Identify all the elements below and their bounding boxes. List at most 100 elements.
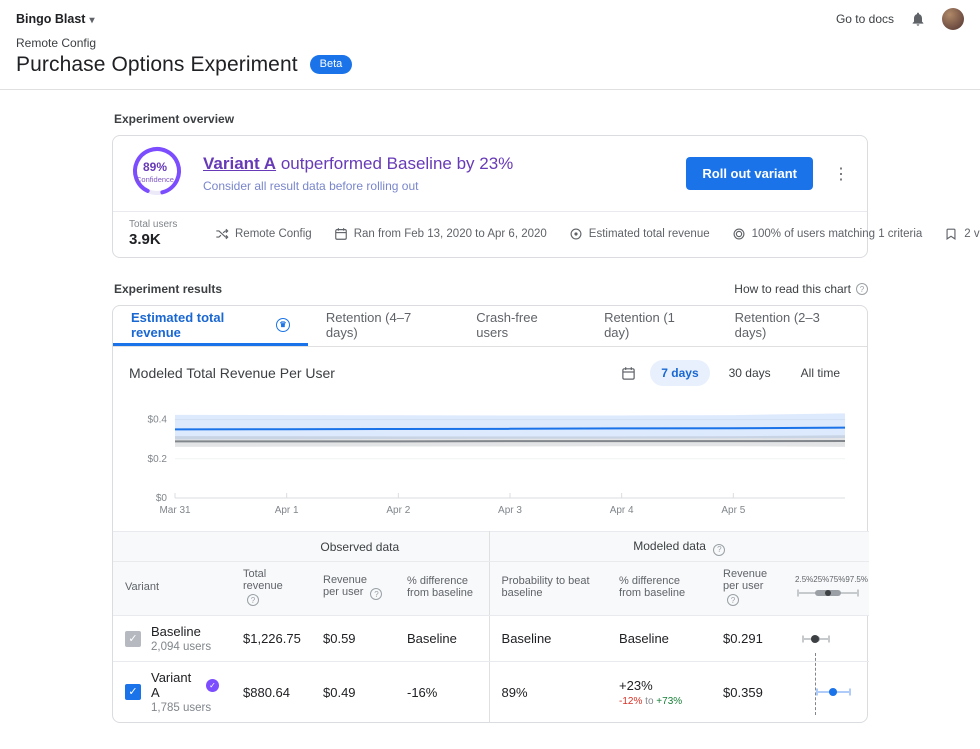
group-header-blank (113, 532, 231, 562)
col-header-variant: Variant (113, 561, 231, 616)
col-header-prob-beat-baseline: Probability to beat baseline (489, 561, 607, 616)
breadcrumb[interactable]: Remote Config (16, 36, 964, 50)
tab-crash-free-users[interactable]: Crash-free users (458, 306, 586, 346)
baseline-checkbox[interactable] (125, 631, 141, 647)
notifications-bell-icon[interactable] (910, 11, 926, 27)
svg-text:$0.2: $0.2 (148, 454, 168, 465)
topbar: Bingo Blast Go to docs (0, 0, 980, 30)
svg-text:Apr 1: Apr 1 (275, 505, 299, 516)
calendar-icon (334, 227, 348, 241)
modeled-diff-value: +23% (619, 678, 699, 693)
beta-badge: Beta (310, 55, 353, 74)
range-30-days-button[interactable]: 30 days (718, 360, 782, 386)
percentile-legend-glyph (795, 587, 861, 599)
col-header-modeled-revenue-per-user: Revenue per user (711, 561, 787, 616)
variant-users: 2,094 users (151, 641, 211, 653)
variant-a-checkbox[interactable] (125, 684, 141, 700)
meta-label: Remote Config (235, 228, 312, 240)
meta-label: Estimated total revenue (589, 228, 710, 240)
experiment-headline: Variant A outperformed Baseline by 23% (203, 154, 668, 174)
topbar-right: Go to docs (836, 8, 964, 30)
results-card: Estimated total revenue Retention (4–7 d… (112, 305, 868, 723)
baseline-whisker-cell (787, 616, 869, 662)
variant-a-modeled-pct-diff: +23% -12% to +73% (607, 662, 711, 723)
group-header-modeled-label: Modeled data (633, 539, 706, 553)
overflow-menu-icon[interactable] (831, 164, 851, 184)
meta-goal-metric: Estimated total revenue (569, 227, 710, 241)
percentile-label: 97.5% (845, 575, 868, 584)
variant-a-variant-cell: Variant A 1,785 users (113, 662, 231, 723)
variant-a-whisker-cell (787, 662, 869, 723)
main-content: Experiment overview 89% Confidence Varia… (112, 112, 868, 749)
user-avatar[interactable] (942, 8, 964, 30)
tab-label: Estimated total revenue (131, 310, 269, 340)
tab-retention-4-7-days[interactable]: Retention (4–7 days) (308, 306, 458, 346)
variant-a-link[interactable]: Variant A (203, 154, 276, 173)
variant-a-whisker-plot (797, 680, 859, 704)
confidence-gauge: 89% Confidence (129, 145, 185, 202)
meta-audience: 100% of users matching 1 criteria (732, 227, 923, 241)
app-name: Bingo Blast (16, 12, 85, 26)
meta-variants: 2 variants (944, 227, 980, 241)
help-info-icon (856, 283, 868, 295)
goal-metric-icon (569, 227, 583, 241)
headline-subtext: Consider all result data before rolling … (203, 179, 668, 193)
modeled-data-info-icon[interactable] (713, 544, 725, 556)
modeled-rpu-info-icon[interactable] (727, 594, 739, 606)
leader-check-badge-icon (206, 679, 219, 692)
revenue-per-user-info-icon[interactable] (370, 588, 382, 600)
meta-label: Ran from Feb 13, 2020 to Apr 6, 2020 (354, 228, 547, 240)
total-users-value: 3.9K (129, 231, 193, 248)
col-header-pct-diff: % difference from baseline (395, 561, 489, 616)
group-header-modeled: Modeled data (489, 532, 869, 562)
baseline-pct-diff: Baseline (395, 616, 489, 662)
col-header-percentiles: 2.5% 25% 75% 97.5% (787, 561, 869, 616)
confidence-value: 89% (129, 160, 181, 174)
date-range-calendar-icon[interactable] (621, 366, 636, 381)
table-row-baseline: Baseline 2,094 users $1,226.75 $0.59 Bas… (113, 616, 869, 662)
goal-metric-crown-icon (276, 318, 290, 332)
total-users: Total users 3.9K (129, 219, 193, 248)
app-selector-dropdown[interactable]: Bingo Blast (16, 12, 94, 26)
baseline-revenue-per-user: $0.59 (311, 616, 395, 662)
chart-range-controls: 7 days 30 days All time (621, 360, 851, 386)
variant-a-pct-diff: -16% (395, 662, 489, 723)
remote-config-icon (215, 227, 229, 241)
svg-text:Apr 5: Apr 5 (721, 505, 745, 516)
percentile-label: 75% (829, 575, 845, 584)
svg-text:Apr 3: Apr 3 (498, 505, 522, 516)
tab-label: Crash-free users (476, 310, 568, 340)
col-header-total-revenue: Total revenue (231, 561, 311, 616)
baseline-total-revenue: $1,226.75 (231, 616, 311, 662)
table-row-variant-a: Variant A 1,785 users $880.64 $0.49 -16%… (113, 662, 869, 723)
go-to-docs-link[interactable]: Go to docs (836, 12, 894, 26)
variant-a-total-revenue: $880.64 (231, 662, 311, 723)
baseline-prob-beat: Baseline (489, 616, 607, 662)
range-7-days-button[interactable]: 7 days (650, 360, 709, 386)
total-revenue-info-icon[interactable] (247, 594, 259, 606)
page-header: Remote Config Purchase Options Experimen… (0, 30, 980, 77)
variants-icon (944, 227, 958, 241)
header-divider (0, 89, 980, 90)
audience-icon (732, 227, 746, 241)
variant-name: Variant A (151, 670, 200, 700)
meta-label: 2 variants (964, 228, 980, 240)
roll-out-variant-button[interactable]: Roll out variant (686, 157, 813, 190)
tab-estimated-total-revenue[interactable]: Estimated total revenue (113, 306, 308, 346)
confidence-label: Confidence (129, 175, 181, 184)
revenue-line-chart: Mar 31Apr 1Apr 2Apr 3Apr 4Apr 5$0$0.2$0.… (129, 392, 851, 522)
page-title: Purchase Options Experiment (16, 53, 298, 77)
svg-text:Apr 4: Apr 4 (610, 505, 634, 516)
tab-label: Retention (2–3 days) (735, 310, 849, 340)
chart-title: Modeled Total Revenue Per User (129, 365, 335, 381)
how-to-read-chart-link[interactable]: How to read this chart (734, 282, 868, 296)
tab-retention-2-3-days[interactable]: Retention (2–3 days) (717, 306, 867, 346)
svg-text:$0.4: $0.4 (148, 415, 168, 426)
modeled-diff-range: -12% to +73% (619, 696, 699, 707)
results-section-label: Experiment results (114, 282, 222, 296)
range-all-time-button[interactable]: All time (790, 360, 851, 386)
tab-retention-1-day[interactable]: Retention (1 day) (586, 306, 717, 346)
chevron-down-icon (89, 12, 94, 26)
overview-card: 89% Confidence Variant A outperformed Ba… (112, 135, 868, 258)
variant-users: 1,785 users (151, 702, 219, 714)
